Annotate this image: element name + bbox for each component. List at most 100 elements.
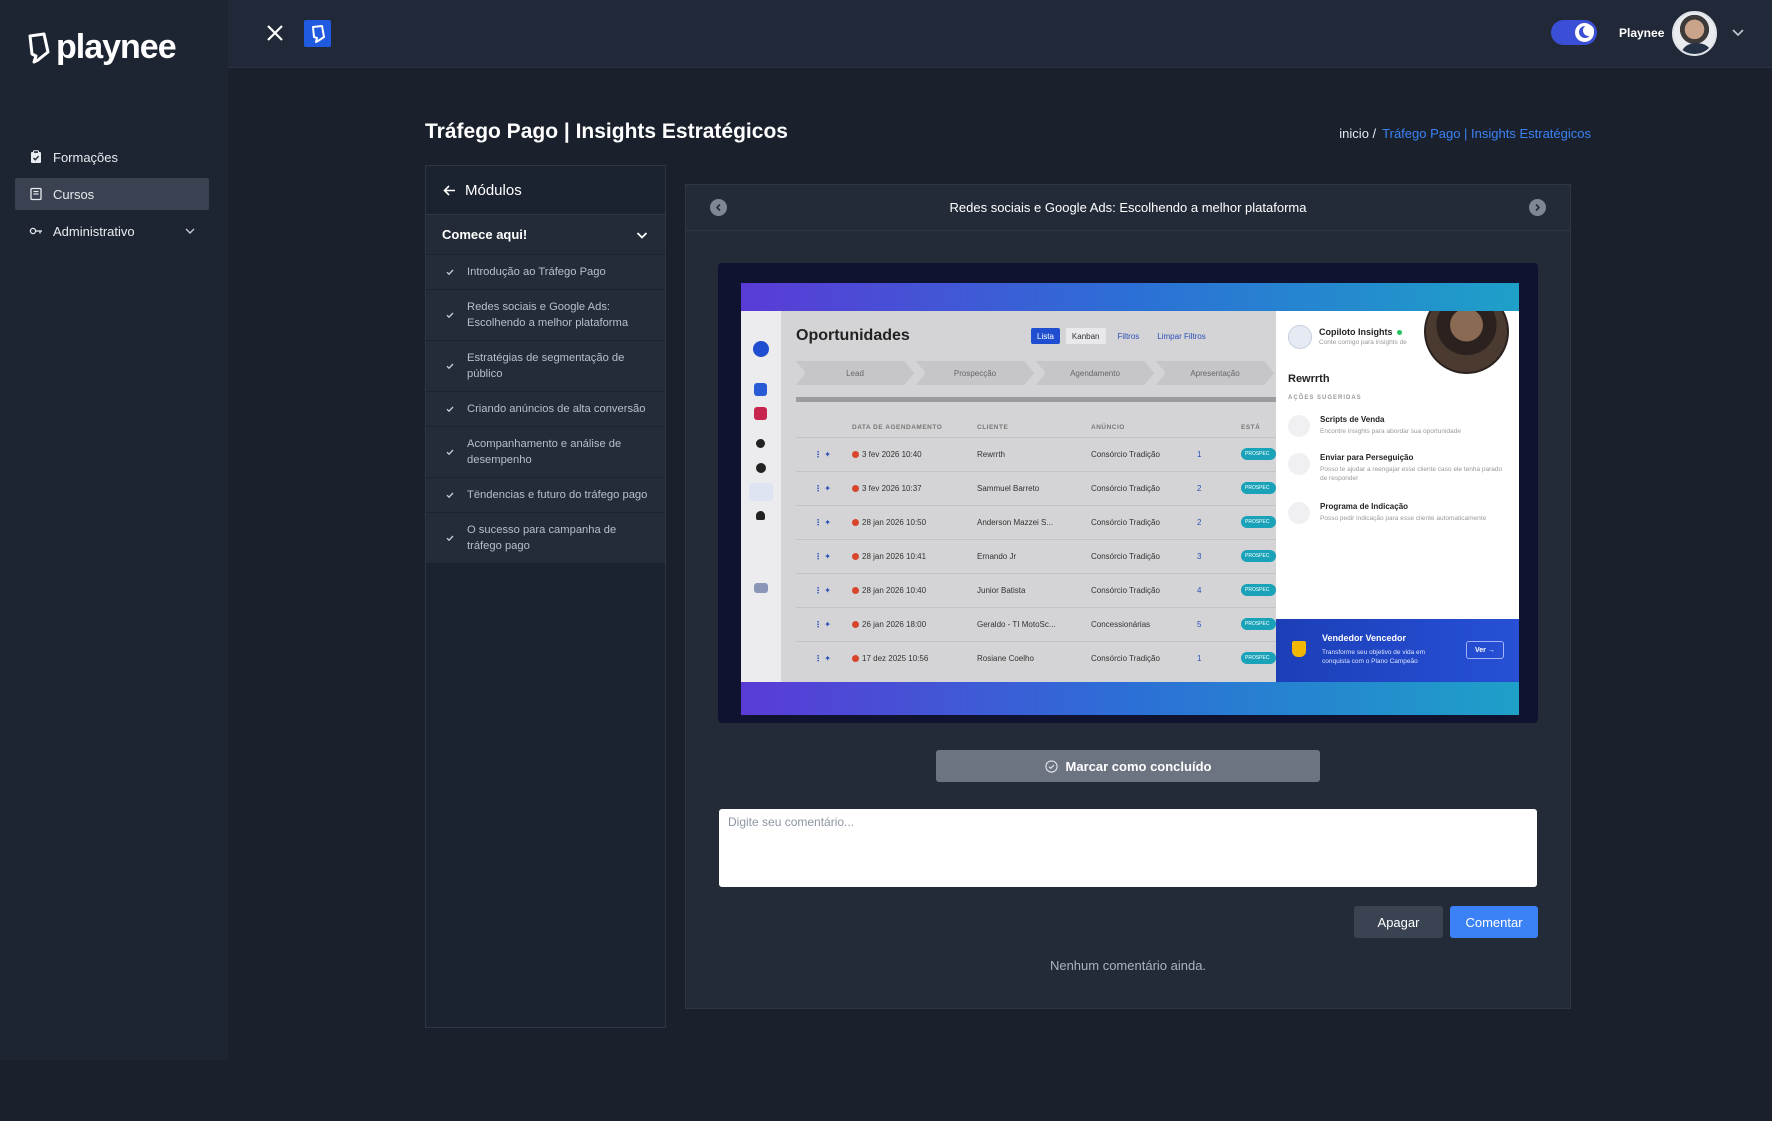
check-icon (446, 449, 454, 456)
mark-complete-button[interactable]: Marcar como concluído (936, 750, 1320, 782)
copilot-title-text: Copiloto Insights (1319, 327, 1393, 337)
logo[interactable]: playnee (26, 28, 177, 67)
video-toolbar: Lista Kanban Filtros Limpar Filtros (1031, 328, 1212, 344)
row-ad: Consórcio Tradição (1091, 552, 1160, 561)
asterisk-icon (1288, 453, 1310, 475)
col-header: ANÚNCIO (1091, 423, 1125, 431)
check-icon (446, 535, 454, 542)
theme-toggle[interactable] (1551, 20, 1597, 45)
breadcrumb: inicio / Tráfego Pago | Insights Estraté… (1339, 126, 1591, 141)
alert-dot-icon (852, 519, 859, 526)
status-badge: PROSPEC (1241, 447, 1276, 460)
status-badge: PROSPEC (1241, 583, 1276, 596)
lesson-header: Redes sociais e Google Ads: Escolhendo a… (686, 185, 1570, 231)
video-stage-bar: Lead Prospecção Agendamento Apresentação (796, 361, 1276, 385)
lesson-item-1[interactable]: Introdução ao Tráfego Pago (426, 254, 665, 289)
avatar[interactable] (1672, 11, 1717, 56)
col-header: ESTÁ (1241, 423, 1261, 431)
module-section-header[interactable]: Comece aqui! (426, 214, 665, 254)
logo-text: playnee (56, 28, 177, 66)
sidebar-nav: Formações Cursos Administrativo (15, 141, 209, 252)
comment-button[interactable]: Comentar (1450, 906, 1538, 938)
comment-input[interactable] (719, 809, 1537, 887)
check-circle-icon (1044, 759, 1058, 773)
clipboard-icon (31, 150, 41, 163)
trophy-icon (1292, 641, 1306, 657)
sidebar-item-formacoes[interactable]: Formações (15, 141, 209, 173)
next-lesson-button[interactable] (1529, 199, 1546, 216)
copilot-action: Scripts de Venda Encontre insights para a… (1288, 415, 1508, 437)
document-icon (1288, 415, 1310, 437)
online-dot-icon (1396, 329, 1402, 335)
status-badge: PROSPEC (1241, 617, 1276, 630)
sidebar-item-administrativo[interactable]: Administrativo (15, 215, 209, 247)
video-btn-filtros: Filtros (1117, 331, 1140, 341)
row-client: Rosiane Coelho (977, 654, 1034, 663)
brand-icon[interactable] (304, 20, 331, 47)
app-logo-icon (753, 341, 769, 357)
copilot-action: Programa de Indicação Posso pedir indicaç… (1288, 502, 1508, 524)
alert-dot-icon (852, 587, 859, 594)
chevron-down-icon (185, 228, 195, 234)
lesson-title: Tëndencias e futuro do tráfego pago (467, 489, 648, 501)
lesson-item-3[interactable]: Estratégias de segmentação de público (426, 340, 665, 391)
video-stage: Agendamento (1036, 361, 1154, 385)
row-ad: Concessionárias (1091, 620, 1151, 629)
lesson-video[interactable]: Oportunidades Lista Kanban Filtros Limpa… (718, 263, 1538, 723)
status-badge: PROSPEC (1241, 515, 1276, 528)
modules-back-button[interactable]: Módulos (426, 166, 665, 214)
breadcrumb-home[interactable]: inicio / (1339, 126, 1376, 141)
action-title: Enviar para Perseguição (1320, 453, 1414, 462)
lesson-item-7[interactable]: O sucesso para campanha de tráfego pago (426, 512, 665, 563)
sidebar-item-cursos[interactable]: Cursos (15, 178, 209, 210)
check-icon (446, 363, 454, 370)
row-ad: Consórcio Tradição (1091, 518, 1160, 527)
sidebar: playnee Formações Cursos Administrativo (0, 0, 228, 1060)
status-badge: PROSPEC (1241, 651, 1276, 664)
chevron-down-icon[interactable] (1731, 25, 1745, 39)
row-client: Geraldo - TI MotoSc... (977, 620, 1056, 629)
row-ad: Consórcio Tradição (1091, 586, 1160, 595)
graduation-icon (754, 407, 767, 420)
table-row: ⋮ ✦ 3 fev 2026 10:40 Rewrrth Consórcio T… (796, 437, 1276, 471)
lesson-item-6[interactable]: Tëndencias e futuro do tráfego pago (426, 477, 665, 512)
copilot-section-title: AÇÕES SUGERIDAS (1288, 395, 1362, 401)
check-icon (446, 492, 454, 499)
video-stage: Apresentação (1156, 361, 1274, 385)
user-name: Playnee (1619, 26, 1665, 40)
previous-lesson-button[interactable] (710, 199, 727, 216)
row-client: Sammuel Barreto (977, 484, 1040, 493)
check-icon (446, 312, 454, 319)
playnee-logo-icon (28, 32, 50, 63)
status-badge: PROSPEC (1241, 549, 1276, 562)
row-date: 28 jan 2026 10:40 (862, 586, 927, 595)
row-client: Rewrrth (977, 450, 1006, 459)
alert-dot-icon (852, 553, 859, 560)
module-section-title: Comece aqui! (442, 227, 528, 242)
copilot-subtitle: Conte comigo para insights de (1319, 339, 1407, 346)
building-icon (754, 583, 768, 593)
modules-back-label: Módulos (465, 181, 522, 199)
lesson-item-5[interactable]: Acompanhamento e análise de desempenho (426, 426, 665, 477)
sidebar-item-label: Formações (53, 149, 119, 165)
row-count: 2 (1197, 518, 1202, 527)
video-stage: Lead (796, 361, 914, 385)
row-date: 28 jan 2026 10:50 (862, 518, 927, 527)
lesson-title: Acompanhamento e análise de desempenho (467, 438, 622, 466)
row-date: 3 fev 2026 10:37 (862, 484, 922, 493)
check-icon (446, 269, 454, 276)
video-app-rail (741, 311, 781, 682)
row-count: 2 (1197, 484, 1202, 493)
close-icon[interactable] (264, 22, 286, 44)
breadcrumb-current[interactable]: Tráfego Pago | Insights Estratégicos (1382, 126, 1591, 141)
banner-button: Ver → (1466, 641, 1504, 659)
users-icon (1288, 502, 1310, 524)
delete-button[interactable]: Apagar (1354, 906, 1443, 938)
row-count: 5 (1197, 620, 1202, 629)
lesson-item-2[interactable]: Redes sociais e Google Ads: Escolhendo a… (426, 289, 665, 340)
lesson-title: Criando anúncios de alta conversão (467, 403, 646, 415)
video-stage: Prospecção (916, 361, 1034, 385)
copilot-action: Enviar para Perseguição Posso te ajudar a… (1288, 453, 1508, 483)
row-date: 28 jan 2026 10:41 (862, 552, 927, 561)
lesson-item-4[interactable]: Criando anúncios de alta conversão (426, 391, 665, 426)
